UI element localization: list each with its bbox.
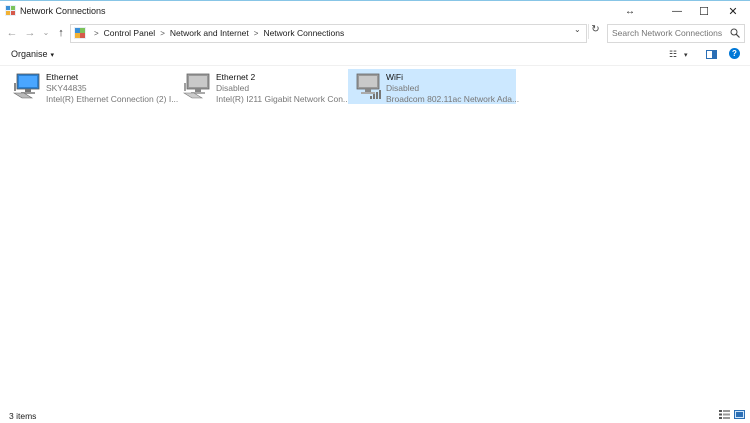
connection-status: SKY44835	[46, 83, 87, 93]
breadcrumb-network-and-internet[interactable]: Network and Internet	[170, 28, 249, 38]
connection-status: Disabled	[386, 83, 420, 93]
breadcrumb: > Control Panel > Network and Internet >…	[89, 28, 344, 38]
wifi-signal-icon	[356, 73, 381, 99]
connection-name: Ethernet	[46, 72, 79, 82]
breadcrumb-separator[interactable]: >	[160, 29, 165, 38]
connection-status: Disabled	[216, 83, 250, 93]
forward-button[interactable]: →	[23, 26, 37, 40]
adapter-description: Intel(R) I211 Gigabit Network Con...	[216, 94, 351, 104]
status-bar: 3 items	[0, 405, 750, 423]
connection-ethernet-2[interactable]: Ethernet 2 Disabled Intel(R) I211 Gigabi…	[178, 69, 351, 104]
details-view-icon[interactable]	[719, 410, 730, 419]
search-input[interactable]	[612, 28, 722, 38]
connection-name: Ethernet 2	[216, 72, 256, 82]
organise-label: Organise	[11, 49, 48, 59]
search-icon[interactable]	[730, 28, 740, 38]
breadcrumb-network-connections[interactable]: Network Connections	[263, 28, 344, 38]
breadcrumb-separator[interactable]: >	[94, 29, 99, 38]
help-icon[interactable]: ?	[729, 48, 740, 59]
window-title: Network Connections	[20, 6, 106, 16]
connection-name: WiFi	[386, 72, 403, 82]
network-connections-icon	[5, 5, 16, 16]
control-panel-icon	[74, 27, 86, 39]
chevron-down-icon: ▾	[50, 52, 55, 59]
item-count: 3 items	[9, 411, 37, 421]
breadcrumb-control-panel[interactable]: Control Panel	[104, 28, 156, 38]
command-bar: Organise ▾ ☷ ▾ ?	[0, 45, 750, 66]
change-view-icon[interactable]: ☷	[669, 49, 677, 60]
refresh-button[interactable]: ↻	[588, 24, 602, 39]
connection-ethernet[interactable]: Ethernet SKY44835 Intel(R) Ethernet Conn…	[8, 69, 178, 104]
address-dropdown-button[interactable]: ⌄	[574, 25, 581, 34]
search-box[interactable]	[607, 24, 745, 43]
address-bar[interactable]: > Control Panel > Network and Internet >…	[70, 24, 587, 43]
restore-arrows-icon[interactable]: ↔	[617, 2, 643, 20]
large-icons-view-icon[interactable]	[734, 410, 745, 419]
organise-menu-button[interactable]: Organise ▾	[11, 49, 54, 59]
adapter-description: Broadcom 802.11ac Network Ada...	[386, 94, 520, 104]
close-button[interactable]: ✕	[720, 2, 746, 20]
preview-pane-icon[interactable]	[706, 50, 717, 59]
network-cable-icon	[182, 73, 210, 99]
back-button[interactable]: ←	[5, 26, 19, 40]
connection-wifi[interactable]: WiFi Disabled Broadcom 802.11ac Network …	[348, 69, 520, 104]
breadcrumb-separator[interactable]: >	[254, 29, 259, 38]
title-bar: Network Connections ↔ — ☐ ✕	[0, 1, 750, 21]
up-button[interactable]: ↑	[54, 26, 68, 40]
recent-locations-button[interactable]: ⌄	[39, 26, 53, 40]
adapter-description: Intel(R) Ethernet Connection (2) I...	[46, 94, 179, 104]
minimize-button[interactable]: —	[664, 2, 690, 20]
view-options-dropdown[interactable]: ▾	[684, 51, 688, 59]
network-cable-icon	[12, 73, 40, 99]
maximize-button[interactable]: ☐	[691, 2, 717, 20]
